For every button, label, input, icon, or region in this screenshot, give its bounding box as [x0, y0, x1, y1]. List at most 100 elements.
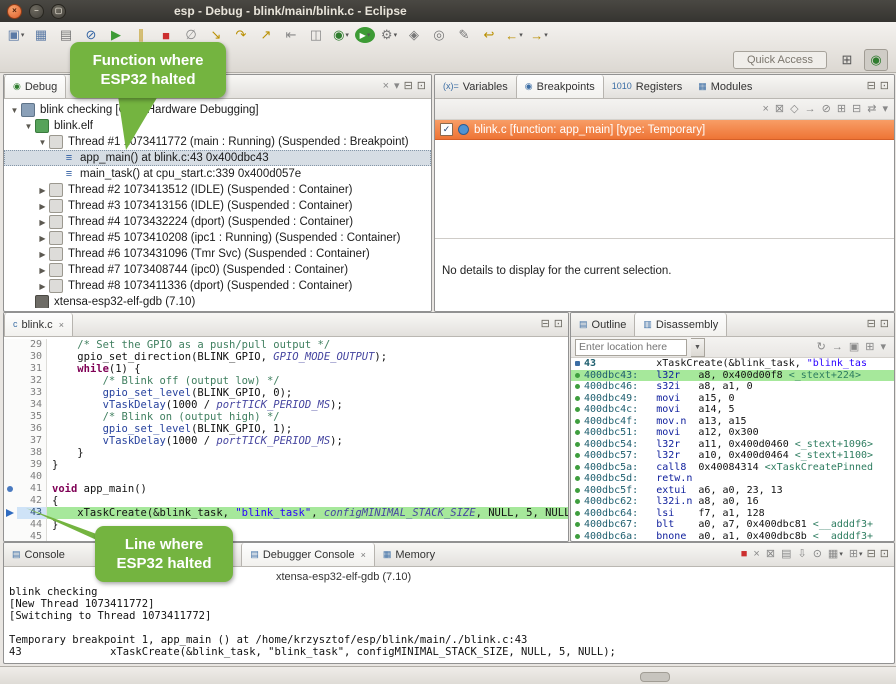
new-wizard-icon[interactable]: ▣▾ [5, 25, 27, 45]
editor-line[interactable]: 38 } [4, 447, 568, 459]
disassembly-row[interactable]: 400dbc54: l32r a11, 0x400d0460 <_stext+1… [571, 439, 894, 451]
disassembly-row[interactable]: 400dbc62: l32i.n a8, a0, 16 [571, 496, 894, 508]
editor-line[interactable]: 43 xTaskCreate(&blink_task, "blink_task"… [4, 507, 568, 519]
view-menu-icon[interactable]: ▾ [880, 342, 886, 353]
show-source-icon[interactable]: ▣ [849, 342, 859, 353]
run-icon[interactable]: ▶▾ [355, 27, 375, 43]
editor-line[interactable]: 35 /* Blink on (output high) */ [4, 411, 568, 423]
disassembly-row[interactable]: 400dbc5d: retw.n [571, 473, 894, 485]
breakpoint-row[interactable]: ✓ blink.c [function: app_main] [type: Te… [435, 120, 894, 140]
print-icon[interactable]: ▤ [55, 25, 77, 45]
disassembly-row[interactable]: 400dbc49: movi a15, 0 [571, 393, 894, 405]
view-menu-icon[interactable]: ▾ [394, 81, 400, 92]
disassembly-row[interactable]: 400dbc64: lsi f7, a1, 128 [571, 508, 894, 520]
disassembly-row[interactable]: 400dbc5a: call8 0x40084314 <xTaskCreateP… [571, 462, 894, 474]
editor-line[interactable]: 44} [4, 519, 568, 531]
minimize-icon[interactable]: ⊟ [867, 319, 876, 330]
tab-memory[interactable]: ▦Memory [375, 543, 443, 566]
debug-tree-item[interactable]: ≡main_task() at cpu_start.c:339 0x400d05… [4, 166, 431, 182]
link-with-debug-icon[interactable]: ⇄ [867, 104, 876, 115]
search-icon[interactable]: ◎ [428, 25, 450, 45]
track-expression-icon[interactable]: ⊞ [865, 342, 874, 353]
expand-all-icon[interactable]: ⊞ [837, 104, 846, 115]
editor-line[interactable]: 30 gpio_set_direction(BLINK_GPIO, GPIO_M… [4, 351, 568, 363]
maximize-icon[interactable]: ⊡ [417, 81, 426, 92]
refresh-icon[interactable]: ↻ [817, 342, 826, 353]
expand-arrow-icon[interactable]: ▶ [36, 250, 49, 259]
debug-perspective-icon[interactable]: ◉ [864, 49, 888, 71]
maximize-icon[interactable]: ⊡ [880, 81, 889, 92]
minimize-icon[interactable]: ⊟ [541, 319, 550, 330]
tab-disassembly[interactable]: ▥Disassembly [634, 313, 727, 336]
external-tools-icon[interactable]: ⚙▾ [378, 25, 400, 45]
disassembly-row[interactable]: 400dbc43: l32r a8, 0x400d00f8 <_stext+22… [571, 370, 894, 382]
step-return-icon[interactable]: ↗ [255, 25, 277, 45]
debug-tree-item[interactable]: ▶Thread #5 1073410208 (ipc1 : Running) (… [4, 230, 431, 246]
debug-tree-item[interactable]: ▼blink checking [GDB Hardware Debugging] [4, 102, 431, 118]
remove-launch-icon[interactable]: × [753, 549, 759, 560]
expand-arrow-icon[interactable]: ▶ [36, 218, 49, 227]
open-perspective-icon[interactable]: ⊞ [836, 50, 858, 70]
editor-line[interactable]: 31 while(1) { [4, 363, 568, 375]
tab-console[interactable]: ▤Console [4, 543, 73, 566]
drop-to-frame-icon[interactable]: ⇤ [280, 25, 302, 45]
terminate-icon[interactable]: ■ [741, 549, 748, 560]
editor-line[interactable]: 41void app_main() [4, 483, 568, 495]
location-input[interactable] [575, 339, 687, 356]
open-type-icon[interactable]: ◈ [403, 25, 425, 45]
tab-debugger-console[interactable]: ▤Debugger Console× [241, 543, 375, 566]
expand-arrow-icon[interactable]: ▼ [36, 138, 49, 147]
window-close-icon[interactable]: × [7, 4, 22, 19]
scroll-lock-icon[interactable]: ⇩ [797, 549, 806, 560]
minimize-icon[interactable]: ⊟ [867, 549, 876, 560]
debug-tree-item[interactable]: ▶Thread #4 1073432224 (dport) (Suspended… [4, 214, 431, 230]
disassembly-row[interactable]: 400dbc57: l32r a10, 0x400d0464 <_stext+1… [571, 450, 894, 462]
view-menu-icon[interactable]: ▾ [882, 104, 888, 115]
tab-registers[interactable]: 1010Registers [604, 75, 691, 98]
disassembly-row[interactable]: 43 xTaskCreate(&blink_task, "blink_tas [571, 358, 894, 370]
editor-line[interactable]: 40 [4, 471, 568, 483]
debug-tree-item[interactable]: ▶Thread #7 1073408744 (ipc0) (Suspended … [4, 262, 431, 278]
tab-blink-c[interactable]: cblink.c× [4, 313, 73, 336]
close-tab-icon[interactable]: × [59, 320, 64, 330]
disassembly-row[interactable]: 400dbc51: movi a12, 0x300 [571, 427, 894, 439]
expand-arrow-icon[interactable]: ▼ [8, 106, 21, 115]
back-icon[interactable]: ←▾ [503, 25, 525, 45]
debug-tree-item[interactable]: ▼Thread #1 1073411772 (main : Running) (… [4, 134, 431, 150]
instruction-stepping-icon[interactable]: ◫ [305, 25, 327, 45]
editor-line[interactable]: 33 gpio_set_level(BLINK_GPIO, 0); [4, 387, 568, 399]
maximize-icon[interactable]: ⊡ [880, 319, 889, 330]
last-edit-location-icon[interactable]: ↩ [478, 25, 500, 45]
remove-breakpoint-icon[interactable]: × [762, 104, 768, 115]
editor-line[interactable]: 36 gpio_set_level(BLINK_GPIO, 1); [4, 423, 568, 435]
tab-modules[interactable]: ▦Modules [690, 75, 760, 98]
expand-arrow-icon[interactable]: ▶ [36, 202, 49, 211]
expand-arrow-icon[interactable]: ▶ [36, 186, 49, 195]
save-icon[interactable]: ▦ [30, 25, 52, 45]
disassembly-row[interactable]: 400dbc6a: bnone a0, a1, 0x400dbc8b <__ad… [571, 531, 894, 541]
window-maximize-icon[interactable]: ▢ [51, 4, 66, 19]
remove-all-breakpoints-icon[interactable]: ⊠ [775, 104, 784, 115]
debug-tree-item[interactable]: ≡app_main() at blink.c:43 0x400dbc43 [4, 150, 431, 166]
disassembly-listing[interactable]: 43 xTaskCreate(&blink_task, "blink_tas40… [571, 358, 894, 540]
expand-arrow-icon[interactable]: ▶ [36, 234, 49, 243]
disassembly-row[interactable]: 400dbc46: s32i a8, a1, 0 [571, 381, 894, 393]
code-editor[interactable]: 29 /* Set the GPIO as a push/pull output… [4, 337, 568, 542]
remove-all-launches-icon[interactable]: ⊠ [766, 549, 775, 560]
editor-line[interactable]: 39} [4, 459, 568, 471]
editor-line[interactable]: 45 [4, 531, 568, 542]
expand-arrow-icon[interactable]: ▶ [36, 266, 49, 275]
debug-tree-item[interactable]: ▼blink.elf [4, 118, 431, 134]
show-supported-breakpoints-icon[interactable]: ◇ [790, 104, 798, 115]
forward-icon[interactable]: →▾ [528, 25, 550, 45]
expand-arrow-icon[interactable]: ▼ [22, 122, 35, 131]
mark-occurrences-icon[interactable]: ✎ [453, 25, 475, 45]
remove-all-terminated-icon[interactable]: × [383, 81, 389, 92]
pin-console-icon[interactable]: ⊙ [813, 549, 822, 560]
debug-tree-item[interactable]: ▶Thread #8 1073411336 (dport) (Suspended… [4, 278, 431, 294]
console-output[interactable]: blink checking[New Thread 1073411772][Sw… [4, 586, 894, 658]
display-selected-console-icon[interactable]: ▦▾ [828, 549, 843, 560]
step-over-icon[interactable]: ↷ [230, 25, 252, 45]
disassembly-row[interactable]: 400dbc4f: mov.n a13, a15 [571, 416, 894, 428]
collapse-all-icon[interactable]: ⊟ [852, 104, 861, 115]
